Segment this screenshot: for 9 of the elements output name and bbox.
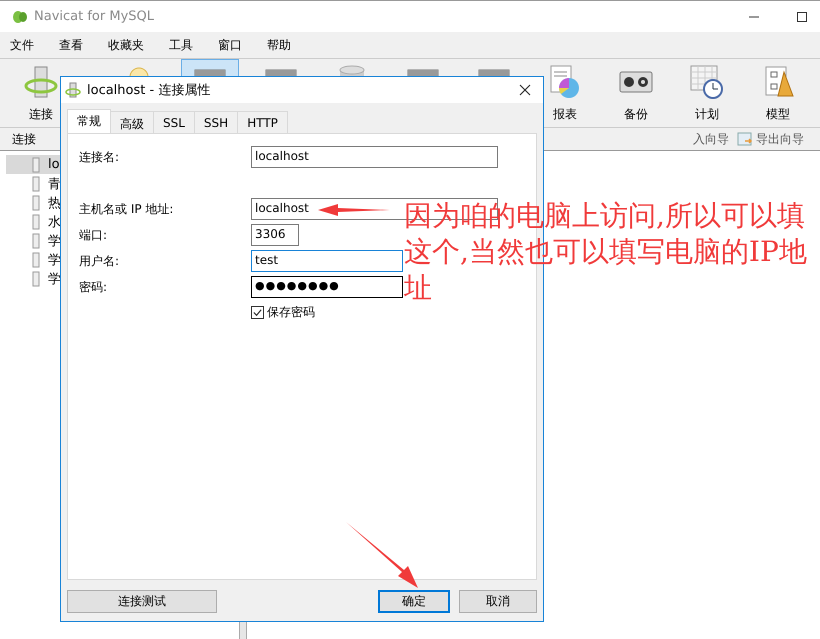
- window-title: Navicat for MySQL: [34, 9, 154, 24]
- field-label: 端口:: [79, 226, 108, 244]
- checkbox-label: 保存密码: [267, 304, 315, 321]
- panel-label: 连接: [12, 130, 36, 148]
- field-label: 密码:: [79, 278, 108, 296]
- field-label: 用户名:: [79, 252, 120, 270]
- field-label: 连接名:: [79, 148, 120, 166]
- field-label: 主机名或 IP 地址:: [79, 200, 174, 218]
- dialog-title: localhost - 连接属性: [87, 82, 210, 99]
